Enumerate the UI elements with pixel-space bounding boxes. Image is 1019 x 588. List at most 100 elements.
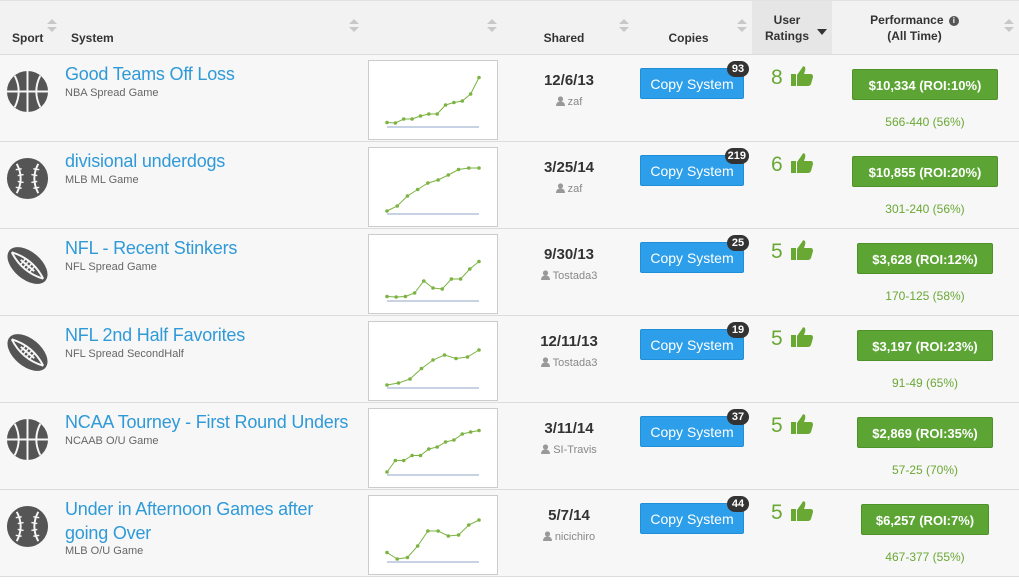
shared-user[interactable]: nicichiro bbox=[510, 531, 628, 543]
username[interactable]: zaf bbox=[568, 183, 583, 195]
sparkline-line bbox=[386, 519, 480, 560]
copy-system-button[interactable]: Copy System 93 bbox=[640, 61, 749, 99]
thumbs-up-icon[interactable] bbox=[790, 239, 814, 261]
performance-sparkline[interactable] bbox=[368, 234, 498, 314]
thumbs-up-icon[interactable] bbox=[790, 152, 814, 174]
football-icon bbox=[5, 330, 50, 375]
user-rating-value: 5 bbox=[771, 327, 783, 350]
sort-arrows-icon[interactable] bbox=[47, 19, 57, 35]
col-user-ratings-header[interactable]: User Ratings bbox=[752, 1, 832, 54]
copy-system-button[interactable]: Copy System 25 bbox=[640, 235, 749, 273]
sparkline-point bbox=[477, 518, 481, 522]
sort-arrows-icon[interactable] bbox=[349, 19, 359, 35]
sparkline-point bbox=[418, 114, 423, 118]
col-performance-header[interactable]: Performance i (All Time) bbox=[832, 1, 1019, 54]
sparkline-point bbox=[468, 92, 473, 96]
system-title-link[interactable]: Good Teams Off Loss bbox=[65, 62, 355, 86]
sort-desc-icon[interactable] bbox=[817, 29, 827, 35]
thumbs-up-icon[interactable] bbox=[790, 500, 814, 522]
thumbs-up-icon[interactable] bbox=[790, 326, 814, 348]
shared-user[interactable]: Tostada3 bbox=[510, 357, 628, 369]
system-title-link[interactable]: NCAA Tourney - First Round Unders bbox=[65, 410, 355, 434]
sparkline-point bbox=[385, 120, 389, 125]
sparkline-point bbox=[443, 440, 448, 444]
table-row: NFL - Recent Stinkers NFL Spread Game 9/… bbox=[0, 229, 1019, 316]
shared-user[interactable]: SI-Travis bbox=[510, 444, 628, 456]
sparkline-point bbox=[385, 383, 389, 387]
table-header: Sport System Shared Copies User Ratings P… bbox=[0, 1, 1019, 55]
system-title-link[interactable]: NFL 2nd Half Favorites bbox=[65, 323, 355, 347]
sparkline-point bbox=[426, 529, 430, 533]
info-icon[interactable]: i bbox=[948, 16, 959, 26]
performance-sparkline[interactable] bbox=[368, 60, 498, 140]
baseball-icon bbox=[5, 156, 50, 201]
system-title-link[interactable]: NFL - Recent Stinkers bbox=[65, 236, 355, 260]
col-user-ratings-label: User Ratings bbox=[764, 13, 809, 43]
sort-arrows-icon[interactable] bbox=[487, 19, 497, 35]
username[interactable]: zaf bbox=[568, 96, 583, 108]
win-loss-record: 57-25 (70%) bbox=[891, 463, 959, 477]
sparkline-point bbox=[452, 100, 456, 105]
sparkline-point bbox=[394, 295, 398, 299]
performance-button[interactable]: $10,334 (ROI:10%) bbox=[852, 69, 998, 100]
basketball-icon bbox=[5, 417, 50, 462]
shared-date: 5/7/14 bbox=[548, 507, 590, 524]
performance-sparkline[interactable] bbox=[368, 408, 498, 488]
sparkline-point bbox=[458, 277, 463, 281]
copy-system-button[interactable]: Copy System 44 bbox=[640, 496, 749, 534]
sparkline-point bbox=[477, 75, 481, 80]
sparkline-point bbox=[385, 470, 389, 474]
sparkline-point bbox=[403, 294, 408, 299]
col-shared-header[interactable]: Shared bbox=[505, 1, 635, 54]
table-row: NFL 2nd Half Favorites NFL Spread Second… bbox=[0, 316, 1019, 403]
copy-button-label: Copy System bbox=[650, 424, 734, 440]
performance-sparkline[interactable] bbox=[368, 495, 498, 575]
sort-arrows-icon[interactable] bbox=[619, 19, 629, 35]
col-system-header[interactable]: System bbox=[60, 1, 365, 54]
copy-button-label: Copy System bbox=[650, 163, 734, 179]
sparkline-point bbox=[405, 555, 410, 560]
copy-system-button[interactable]: Copy System 219 bbox=[640, 148, 749, 186]
sparkline-point bbox=[431, 358, 435, 362]
shared-date: 3/25/14 bbox=[543, 159, 595, 176]
sparkline-point bbox=[415, 544, 420, 548]
sparkline-point bbox=[435, 112, 439, 116]
copy-count-badge: 19 bbox=[727, 322, 749, 338]
col-chart-header[interactable] bbox=[365, 1, 505, 54]
performance-button[interactable]: $6,257 (ROI:7%) bbox=[861, 504, 989, 535]
basketball-icon bbox=[5, 69, 50, 114]
performance-button[interactable]: $2,869 (ROI:35%) bbox=[857, 417, 993, 448]
copy-system-button[interactable]: Copy System 19 bbox=[640, 322, 749, 360]
copy-system-button[interactable]: Copy System 37 bbox=[640, 409, 749, 447]
shared-user[interactable]: Tostada3 bbox=[510, 270, 628, 282]
col-copies-header[interactable]: Copies bbox=[635, 1, 752, 54]
performance-button[interactable]: $3,628 (ROI:12%) bbox=[857, 243, 993, 274]
sparkline-point bbox=[401, 458, 406, 463]
thumbs-up-icon[interactable] bbox=[790, 413, 814, 435]
performance-button[interactable]: $10,855 (ROI:20%) bbox=[852, 156, 998, 187]
user-rating-value: 5 bbox=[771, 501, 783, 524]
username[interactable]: Tostada3 bbox=[553, 270, 598, 282]
copy-count-badge: 219 bbox=[724, 148, 749, 164]
copy-count-badge: 44 bbox=[727, 496, 749, 512]
username[interactable]: Tostada3 bbox=[553, 357, 598, 369]
sort-arrows-icon[interactable] bbox=[737, 19, 747, 35]
performance-button[interactable]: $3,197 (ROI:23%) bbox=[857, 330, 993, 361]
username[interactable]: SI-Travis bbox=[553, 444, 597, 456]
sparkline-point bbox=[422, 279, 426, 283]
performance-sparkline[interactable] bbox=[368, 147, 498, 227]
thumbs-up-icon[interactable] bbox=[790, 65, 814, 87]
copy-button-label: Copy System bbox=[650, 76, 734, 92]
shared-user[interactable]: zaf bbox=[510, 183, 628, 195]
sparkline-point bbox=[477, 428, 481, 433]
shared-user[interactable]: zaf bbox=[510, 96, 628, 108]
col-sport-header[interactable]: Sport bbox=[0, 1, 60, 54]
system-title-link[interactable]: divisional underdogs bbox=[65, 149, 355, 173]
win-loss-record: 91-49 (65%) bbox=[891, 376, 959, 390]
sort-arrows-icon[interactable] bbox=[1004, 19, 1014, 35]
sparkline-point bbox=[426, 181, 430, 185]
system-title-link[interactable]: Under in Afternoon Games after going Ove… bbox=[65, 497, 355, 545]
performance-sparkline[interactable] bbox=[368, 321, 498, 401]
username[interactable]: nicichiro bbox=[555, 531, 595, 543]
sparkline-point bbox=[435, 445, 439, 449]
